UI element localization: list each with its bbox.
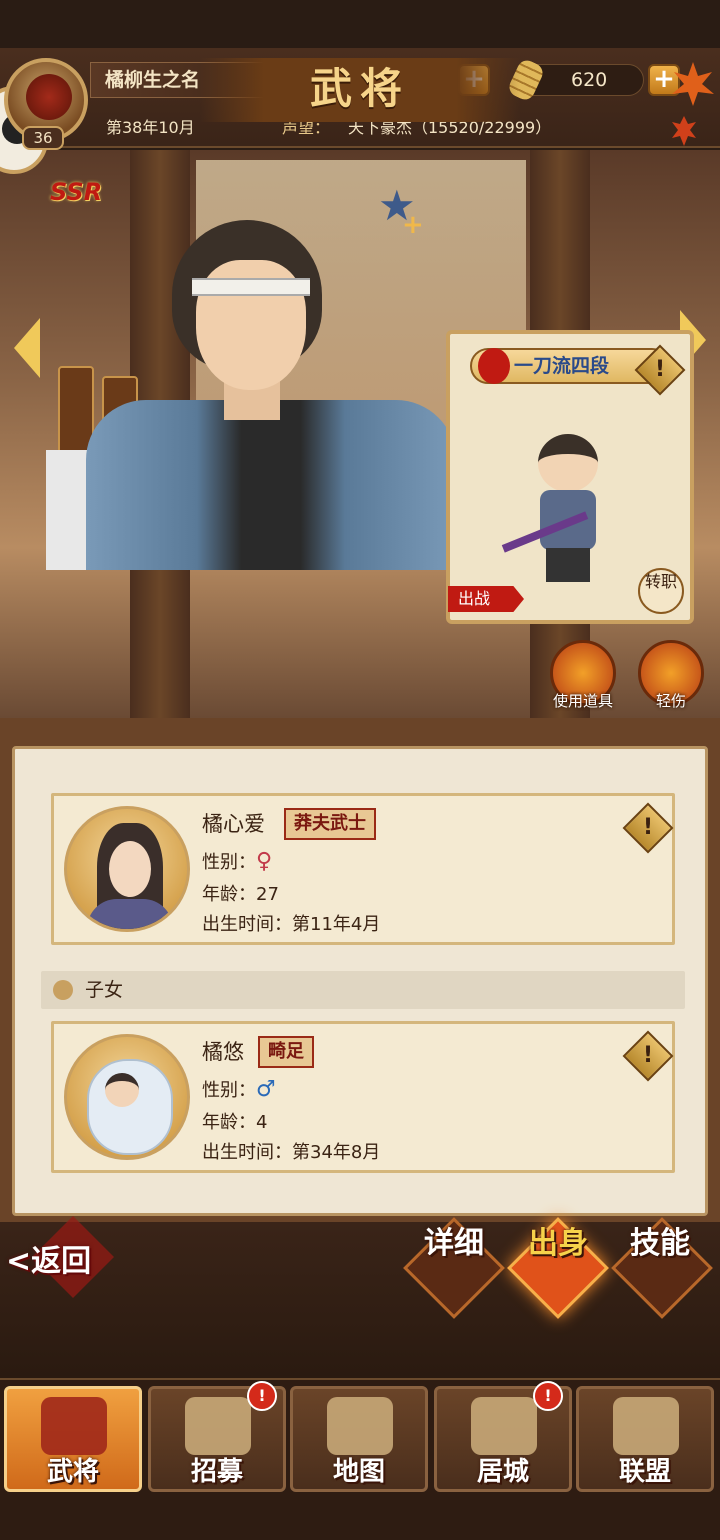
game-date: 第38年10月 bbox=[106, 118, 195, 137]
rice-counter: 620 bbox=[506, 57, 644, 103]
tab-origin[interactable]: 出身 bbox=[508, 1226, 608, 1262]
child-info-icon[interactable]: ! bbox=[622, 1030, 674, 1082]
spouse-name: 橘心爱 bbox=[202, 812, 265, 836]
player-level-badge: 36 bbox=[22, 126, 64, 150]
birth-label: 出生时间： bbox=[202, 914, 292, 935]
spouse-portrait bbox=[64, 806, 190, 932]
samurai-helmet-icon bbox=[41, 1397, 107, 1455]
spouse-trait-tag: 莽夫武士 bbox=[284, 808, 376, 840]
nav-label: 地图 bbox=[332, 1457, 385, 1487]
job-transfer-button[interactable]: 转职 bbox=[638, 568, 684, 614]
child-card[interactable]: 橘悠 畸足 性别：♂ 年龄：4 出生时间：第34年8月 ! bbox=[51, 1021, 675, 1173]
use-item-label: 使用道具 bbox=[552, 692, 613, 710]
nav-label: 招募 bbox=[190, 1457, 243, 1487]
tab-detail[interactable]: 详细 bbox=[404, 1226, 504, 1262]
child-head-icon bbox=[53, 980, 73, 1000]
family-panel[interactable]: 橘心爱 莽夫武士 性别：♀ 年龄：27 出生时间：第11年4月 ! 子女 橘悠 … bbox=[12, 746, 708, 1216]
clan-crest-icon bbox=[478, 348, 510, 384]
tab-skill[interactable]: 技能 bbox=[610, 1226, 710, 1262]
map-scroll-icon bbox=[327, 1397, 393, 1455]
gender-label: 性别： bbox=[202, 1080, 256, 1101]
female-gender-icon: ♀ bbox=[256, 849, 273, 874]
deploy-tag: 出战 bbox=[448, 586, 524, 612]
children-section-header: 子女 bbox=[41, 971, 685, 1009]
nav-recruit[interactable]: 招募 ! bbox=[148, 1381, 286, 1492]
child-name: 橘悠 bbox=[202, 1040, 244, 1064]
general-portrait bbox=[46, 220, 486, 570]
notification-badge: ! bbox=[247, 1381, 277, 1411]
spouse-birth: 第11年4月 bbox=[292, 914, 381, 935]
nav-castle[interactable]: 居城 ! bbox=[434, 1381, 572, 1492]
nav-map[interactable]: 地图 bbox=[290, 1386, 428, 1492]
children-header-label: 子女 bbox=[85, 979, 124, 1001]
injury-label: 轻伤 bbox=[655, 692, 686, 710]
notification-badge: ! bbox=[533, 1381, 563, 1411]
torii-recruit-icon bbox=[185, 1397, 251, 1455]
nav-alliance[interactable]: 联盟 bbox=[576, 1386, 714, 1492]
gender-label: 性别： bbox=[202, 852, 256, 873]
previous-general-arrow-icon[interactable] bbox=[14, 318, 40, 378]
spouse-info-icon[interactable]: ! bbox=[622, 802, 674, 854]
age-label: 年龄： bbox=[202, 1112, 256, 1133]
maple-leaf-icon bbox=[672, 62, 714, 146]
rider-emblem-icon bbox=[26, 74, 72, 120]
nav-label: 联盟 bbox=[618, 1457, 671, 1487]
nav-label: 居城 bbox=[476, 1457, 529, 1487]
child-age: 4 bbox=[256, 1112, 268, 1133]
child-trait-tag: 畸足 bbox=[258, 1036, 314, 1068]
child-portrait bbox=[64, 1034, 190, 1160]
castle-icon bbox=[471, 1397, 537, 1455]
nav-label: 武将 bbox=[46, 1457, 99, 1487]
skill-card[interactable]: 一刀流四段 ! 出战 转职 bbox=[446, 330, 694, 624]
rarity-badge: SSR bbox=[50, 178, 103, 206]
chibi-character bbox=[530, 434, 606, 584]
spouse-card[interactable]: 橘心爱 莽夫武士 性别：♀ 年龄：27 出生时间：第11年4月 ! bbox=[51, 793, 675, 945]
age-label: 年龄： bbox=[202, 884, 256, 905]
back-button[interactable]: <返回 bbox=[6, 1236, 114, 1288]
male-gender-icon: ♂ bbox=[256, 1077, 276, 1102]
alliance-fan-icon bbox=[613, 1397, 679, 1455]
page-title: 武将 bbox=[200, 58, 520, 122]
spouse-age: 27 bbox=[256, 884, 279, 905]
rice-amount: 620 bbox=[571, 69, 608, 91]
nav-generals[interactable]: 武将 bbox=[4, 1386, 142, 1492]
birth-label: 出生时间： bbox=[202, 1142, 292, 1163]
child-birth: 第34年8月 bbox=[292, 1142, 381, 1163]
